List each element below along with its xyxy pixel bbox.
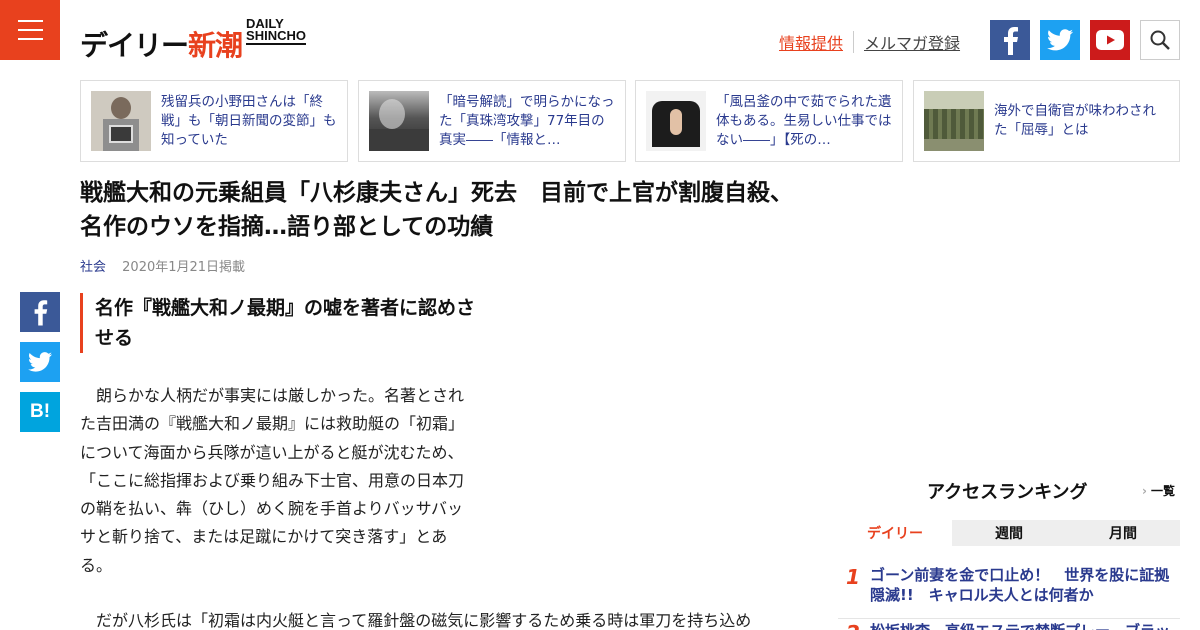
hands-shape [670, 109, 682, 135]
ranking-title: アクセスランキング [927, 482, 1088, 503]
tab-monthly[interactable]: 月間 [1066, 520, 1180, 546]
menu-line [18, 20, 43, 22]
facebook-icon [34, 300, 48, 326]
twitter-icon [1047, 29, 1073, 51]
info-provide-link[interactable]: 情報提供 [779, 30, 843, 54]
divider [853, 31, 855, 53]
related-article-thumbnail [91, 91, 151, 151]
ranking-tabs: デイリー 週間 月間 [838, 520, 1180, 546]
tab-weekly[interactable]: 週間 [952, 520, 1066, 546]
share-facebook-button[interactable] [20, 292, 60, 332]
related-article-thumbnail [646, 91, 706, 151]
menu-button[interactable] [0, 0, 60, 60]
ranking-item-title: 松坂桃李、高級エステで禁断プレー ブラックリ [870, 621, 1180, 630]
related-article-card[interactable]: 残留兵の小野田さんは「終戦」も「朝日新聞の変節」も知っていた [80, 80, 348, 162]
newsletter-link[interactable]: メルマガ登録 [864, 30, 960, 54]
header-links: 情報提供 メルマガ登録 [779, 30, 960, 54]
related-article-title: 海外で自衛官が味わわされた「屈辱」とは [994, 103, 1156, 138]
chevron-right-icon: › [1142, 484, 1147, 498]
related-article-card[interactable]: 「暗号解読」で明らかになった「真珠湾攻撃」77年目の真実――「情報と… [358, 80, 626, 162]
related-article-thumbnail [369, 91, 429, 151]
publish-date: 2020年1月21日掲載 [122, 260, 246, 275]
article-subheading: 名作『戦艦大和ノ最期』の嘘を著者に認めさせる [80, 293, 480, 353]
search-icon [1150, 30, 1170, 50]
tab-daily[interactable]: デイリー [838, 520, 952, 546]
youtube-link[interactable] [1090, 20, 1130, 60]
ranking-item-title: ゴーン前妻を金で口止め！ 世界を股に証拠隠滅!! キャロル夫人とは何者か [870, 566, 1170, 604]
article-paragraph: だが八杉氏は「初霜は内火艇と言って羅針盤の磁気に影響するため乗る時は軍刀を持ち込… [96, 611, 752, 630]
related-article-title: 残留兵の小野田さんは「終戦」も「朝日新聞の変節」も知っていた [161, 93, 337, 148]
related-article-card[interactable]: 海外で自衛官が味わわされた「屈辱」とは [913, 80, 1180, 162]
search-button[interactable] [1140, 20, 1180, 60]
facebook-link[interactable] [990, 20, 1030, 60]
article-title: 戦艦大和の元乗組員「八杉康夫さん」死去 目前で上官が割腹自殺、名作のウソを指摘…… [80, 180, 793, 240]
ranking-item[interactable]: 1 ゴーン前妻を金で口止め！ 世界を股に証拠隠滅!! キャロル夫人とは何者か [838, 565, 1180, 605]
ground-shape [924, 139, 984, 151]
menu-line [18, 29, 43, 31]
hatena-icon: B! [29, 401, 51, 422]
menu-line [18, 38, 43, 40]
rank-number: 1 [846, 565, 860, 589]
article-paragraph: 朗らかな人柄だが事実には厳しかった。名著とされた吉田満の『戦艦大和ノ最期』には救… [80, 386, 465, 575]
related-article-title: 「暗号解読」で明らかになった「真珠湾攻撃」77年目の真実――「情報と… [439, 93, 615, 148]
twitter-icon [28, 352, 52, 372]
youtube-icon [1096, 30, 1124, 50]
category-link[interactable]: 社会 [80, 260, 106, 275]
related-article-thumbnail [924, 91, 984, 151]
ranking-more-link[interactable]: › 一覧 [1142, 482, 1175, 499]
twitter-link[interactable] [1040, 20, 1080, 60]
facebook-icon [1004, 27, 1018, 55]
soldiers-shape [924, 109, 984, 139]
ranking-item[interactable]: 2 松坂桃李、高級エステで禁断プレー ブラックリ [838, 618, 1180, 630]
article-meta: 社会 2020年1月21日掲載 [80, 256, 245, 275]
rank-number: 2 [838, 621, 870, 630]
figure-shape [111, 97, 131, 119]
related-article-card[interactable]: 「風呂釜の中で茹でられた遺体もある。生易しい仕事ではない――」【死の… [635, 80, 903, 162]
site-logo[interactable]: デイリー新潮 DAILY SHINCHO [80, 16, 306, 62]
share-twitter-button[interactable] [20, 342, 60, 382]
smoke-shape [379, 99, 405, 129]
related-article-title: 「風呂釜の中で茹でられた遺体もある。生易しい仕事ではない――」【死の… [716, 93, 892, 148]
ground-shape [369, 129, 429, 151]
logo-japanese: デイリー新潮 [80, 29, 243, 62]
logo-english: DAILY SHINCHO [246, 16, 306, 45]
share-hatena-button[interactable]: B! [20, 392, 60, 432]
photo-frame-shape [109, 125, 133, 143]
